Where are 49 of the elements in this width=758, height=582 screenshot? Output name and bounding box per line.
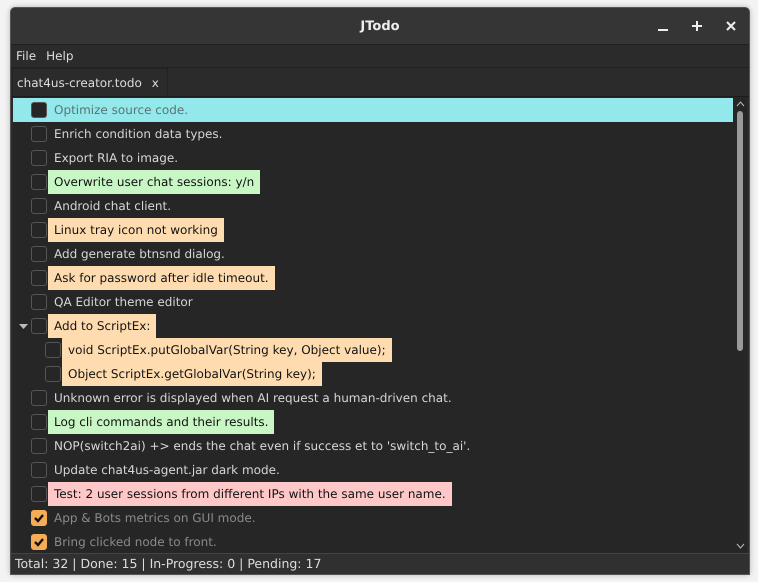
maximize-icon[interactable] [691,20,703,32]
task-text: Object ScriptEx.getGlobalVar(String key); [62,362,322,386]
checkbox[interactable] [31,270,47,286]
status-bar: Total: 32 | Done: 15 | In-Progress: 0 | Pending: 17 [11,553,749,574]
checkbox[interactable] [31,486,47,502]
task-text: Ask for password after idle timeout. [48,266,275,290]
checkbox[interactable] [31,390,47,406]
task-text: void ScriptEx.putGlobalVar(String key, Object value); [62,338,392,362]
checkbox[interactable] [31,294,47,310]
task-text: NOP(switch2ai) +> ends the chat even if success et to 'switch_to_ai'. [53,438,472,455]
task-text: Enrich condition data types. [53,126,224,143]
checkbox[interactable] [31,102,47,118]
task-text: Update chat4us-agent.jar dark mode. [53,462,281,479]
checkbox[interactable] [31,510,47,526]
window-title: JTodo [360,18,400,34]
menu-item[interactable]: Help [45,49,74,63]
checkbox[interactable] [31,438,47,454]
file-tab[interactable]: chat4us-creator.todo x [12,68,168,96]
checkbox[interactable] [31,126,47,142]
task-text: Unknown error is displayed when AI request a human-driven chat. [53,390,453,407]
menu-item[interactable]: File [15,49,38,63]
checkbox[interactable] [31,462,47,478]
scroll-down-icon[interactable] [736,543,744,549]
checkbox[interactable] [31,198,47,214]
checkbox[interactable] [45,366,61,382]
checkbox[interactable] [31,174,47,190]
scroll-up-icon[interactable] [736,101,744,107]
task-text: QA Editor theme editor [53,294,194,311]
task-text: Overwrite user chat sessions: y/n [48,170,260,194]
task-text: Test: 2 user sessions from different IPs with the same user name. [48,482,452,506]
checkbox[interactable] [31,222,47,238]
task-text: Add to ScriptEx: [48,314,156,338]
checkbox[interactable] [31,246,47,262]
tab-close-button[interactable]: x [152,76,159,90]
task-text: Android chat client. [53,198,172,215]
task-text: Add generate btnsnd dialog. [53,246,226,263]
close-icon[interactable] [725,20,737,32]
task-text: Export RIA to image. [53,150,180,167]
checkbox[interactable] [31,150,47,166]
checkbox[interactable] [31,414,47,430]
checkbox[interactable] [31,534,47,550]
checkbox[interactable] [31,318,47,334]
scroll-thumb[interactable] [737,111,743,351]
task-text: Linux tray icon not working [48,218,224,242]
collapse-arrow-icon[interactable] [19,324,28,328]
task-text: Bring clicked node to front. [53,534,218,551]
task-text: Log cli commands and their results. [48,410,274,434]
checkbox[interactable] [45,342,61,358]
task-text: App & Bots metrics on GUI mode. [53,510,257,527]
